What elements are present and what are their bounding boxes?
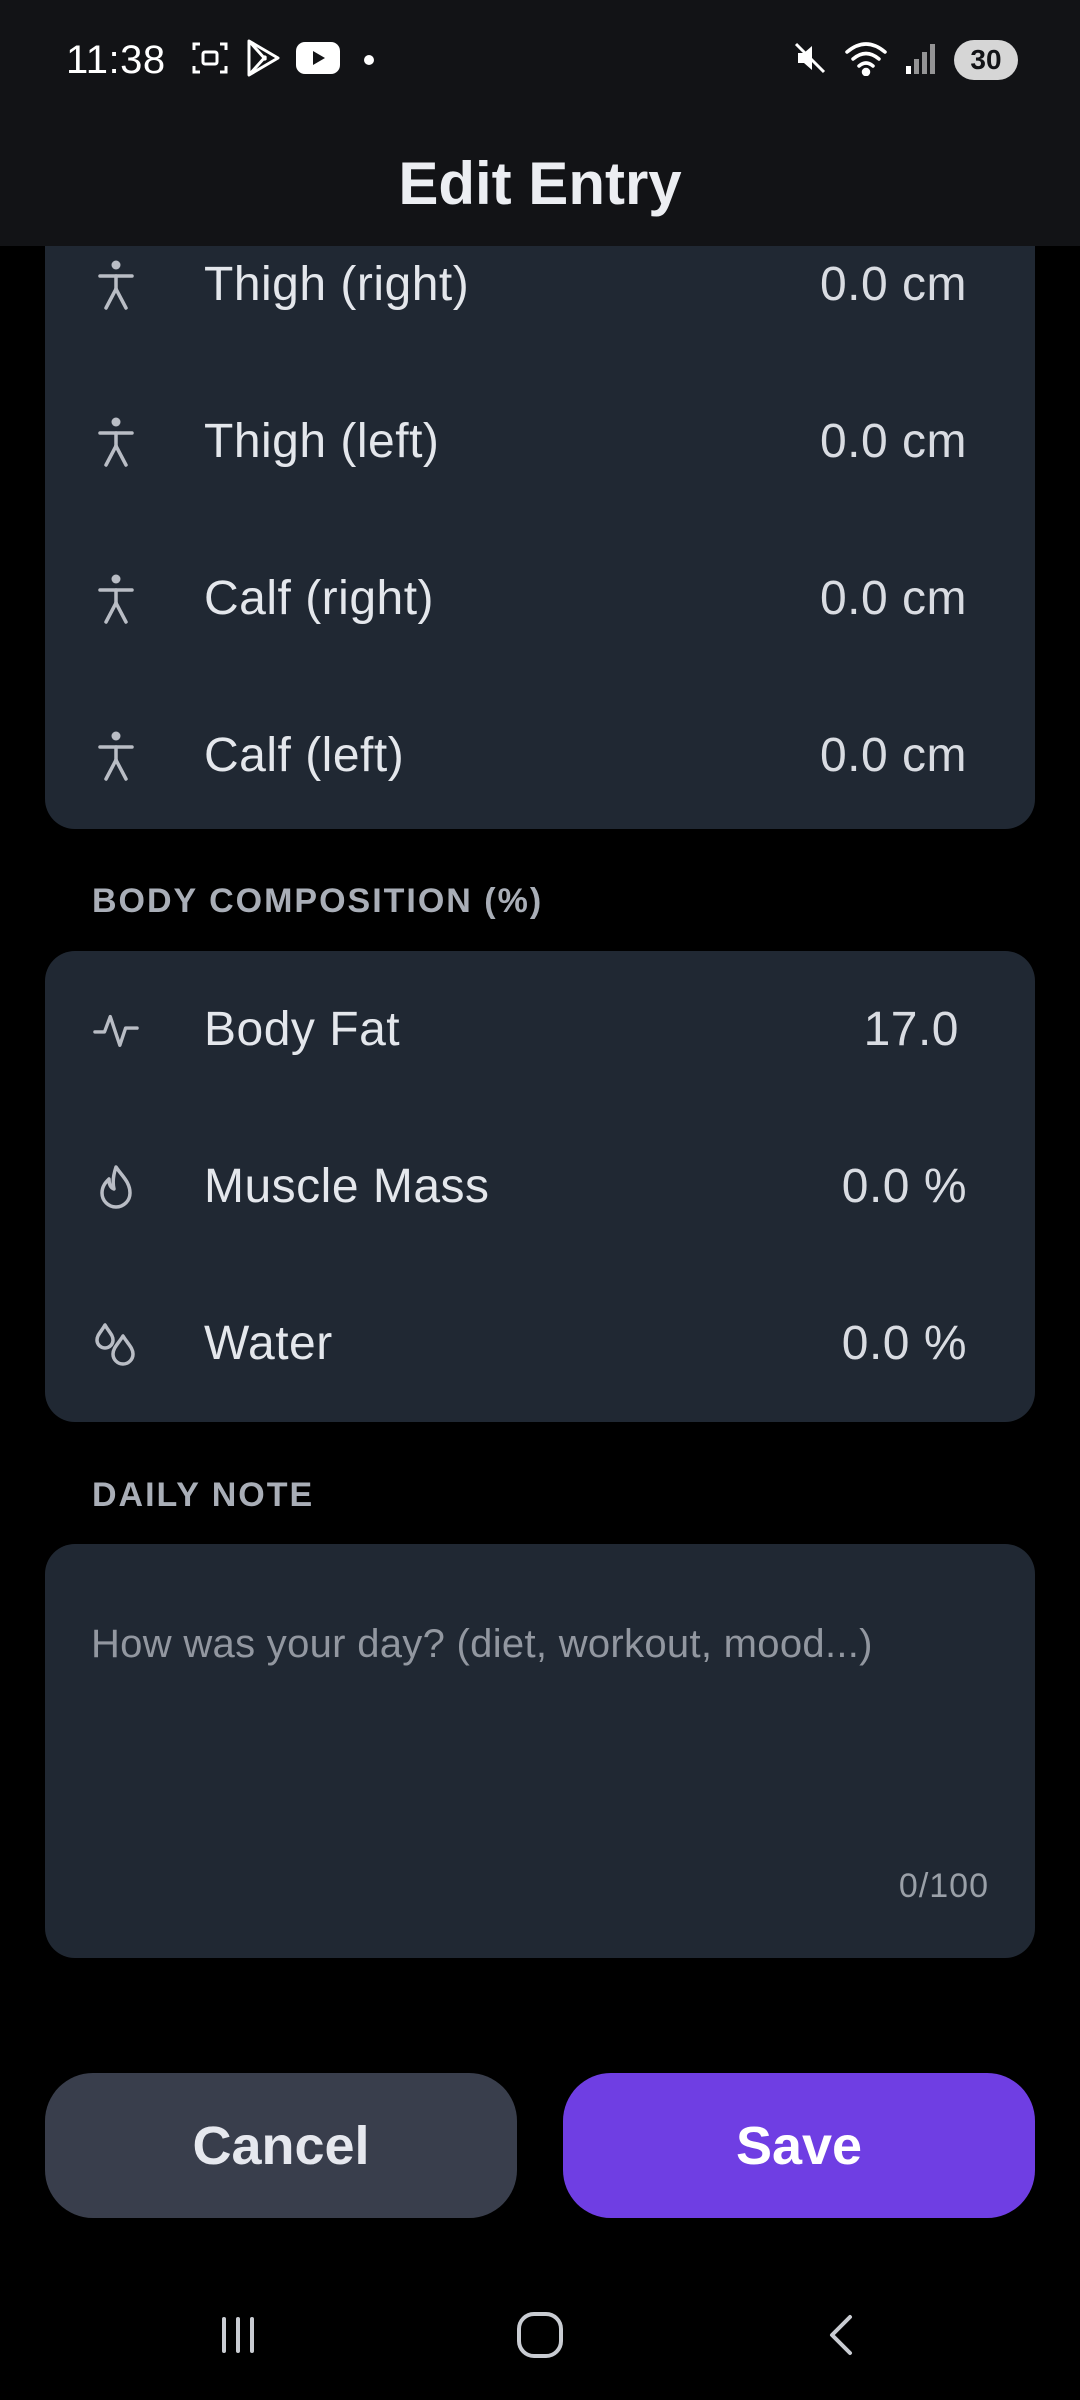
measurement-row-calf-right[interactable]: Calf (right) 0.0 cm <box>45 520 1035 677</box>
back-button[interactable] <box>802 2300 882 2370</box>
composition-label: Body Fat <box>204 1003 401 1056</box>
flame-icon <box>93 1159 139 1215</box>
water-drops-icon <box>93 1316 139 1372</box>
measurement-value[interactable]: 0.0 cm <box>820 571 967 626</box>
page-title: Edit Entry <box>398 149 682 217</box>
mute-icon <box>792 40 828 81</box>
status-time: 11:38 <box>66 37 166 82</box>
measurement-label: Thigh (right) <box>204 258 470 311</box>
app-header: Edit Entry <box>0 120 1080 246</box>
daily-note-placeholder: How was your day? (diet, workout, mood..… <box>91 1622 873 1666</box>
composition-label: Water <box>204 1317 333 1370</box>
home-button[interactable] <box>500 2300 580 2370</box>
measurement-label: Calf (left) <box>204 729 405 782</box>
person-icon <box>93 414 139 470</box>
wifi-icon <box>844 40 888 81</box>
status-left-icons <box>190 38 374 83</box>
screenshot-icon <box>190 38 230 83</box>
daily-note-field[interactable]: How was your day? (diet, workout, mood..… <box>45 1544 1035 1958</box>
person-icon <box>93 571 139 627</box>
notification-dot <box>363 55 374 65</box>
pulse-icon <box>93 1002 139 1058</box>
body-composition-card: Body Fat 17.0 Muscle Mass 0.0 % Water 0.… <box>45 951 1035 1422</box>
measurement-label: Thigh (left) <box>204 415 440 468</box>
composition-label: Muscle Mass <box>204 1160 490 1213</box>
measurement-label: Calf (right) <box>204 572 435 625</box>
measurement-value[interactable]: 0.0 cm <box>820 728 967 783</box>
measurement-value[interactable]: 0.0 cm <box>820 414 967 469</box>
signal-icon <box>904 40 938 81</box>
measurement-row-thigh-left[interactable]: Thigh (left) 0.0 cm <box>45 363 1035 520</box>
scroll-content[interactable]: Thigh (right) 0.0 cm Thigh (left) 0.0 cm <box>0 246 1080 2072</box>
composition-value[interactable]: 0.0 % <box>842 1316 967 1371</box>
save-button[interactable]: Save <box>563 2073 1035 2218</box>
play-store-icon <box>244 38 282 83</box>
measurement-value[interactable]: 0.0 cm <box>820 257 967 312</box>
person-icon <box>93 728 139 784</box>
measurements-card: Thigh (right) 0.0 cm Thigh (left) 0.0 cm <box>45 246 1035 829</box>
recent-apps-button[interactable] <box>198 2300 278 2370</box>
person-icon <box>93 257 139 313</box>
cancel-button[interactable]: Cancel <box>45 2073 517 2218</box>
measurement-row-thigh-right[interactable]: Thigh (right) 0.0 cm <box>45 246 1035 363</box>
measurement-row-calf-left[interactable]: Calf (left) 0.0 cm <box>45 677 1035 834</box>
character-counter: 0/100 <box>898 1867 989 1905</box>
status-bar: 11:38 30 <box>0 0 1080 120</box>
youtube-icon <box>295 41 340 79</box>
screen: 11:38 30 Edit Entry Thigh (right) 0.0 cm… <box>0 0 1080 2400</box>
daily-note-title: DAILY NOTE <box>92 1476 315 1514</box>
composition-row-muscle-mass[interactable]: Muscle Mass 0.0 % <box>45 1108 1035 1265</box>
battery-indicator: 30 <box>954 40 1018 80</box>
status-right-icons: 30 <box>792 40 1018 81</box>
system-nav-bar <box>0 2270 1080 2400</box>
composition-value[interactable]: 0.0 % <box>842 1159 967 1214</box>
body-composition-title: BODY COMPOSITION (%) <box>92 882 544 920</box>
composition-row-body-fat[interactable]: Body Fat 17.0 <box>45 951 1035 1108</box>
composition-value[interactable]: 17.0 <box>864 1002 959 1057</box>
composition-row-water[interactable]: Water 0.0 % <box>45 1265 1035 1422</box>
